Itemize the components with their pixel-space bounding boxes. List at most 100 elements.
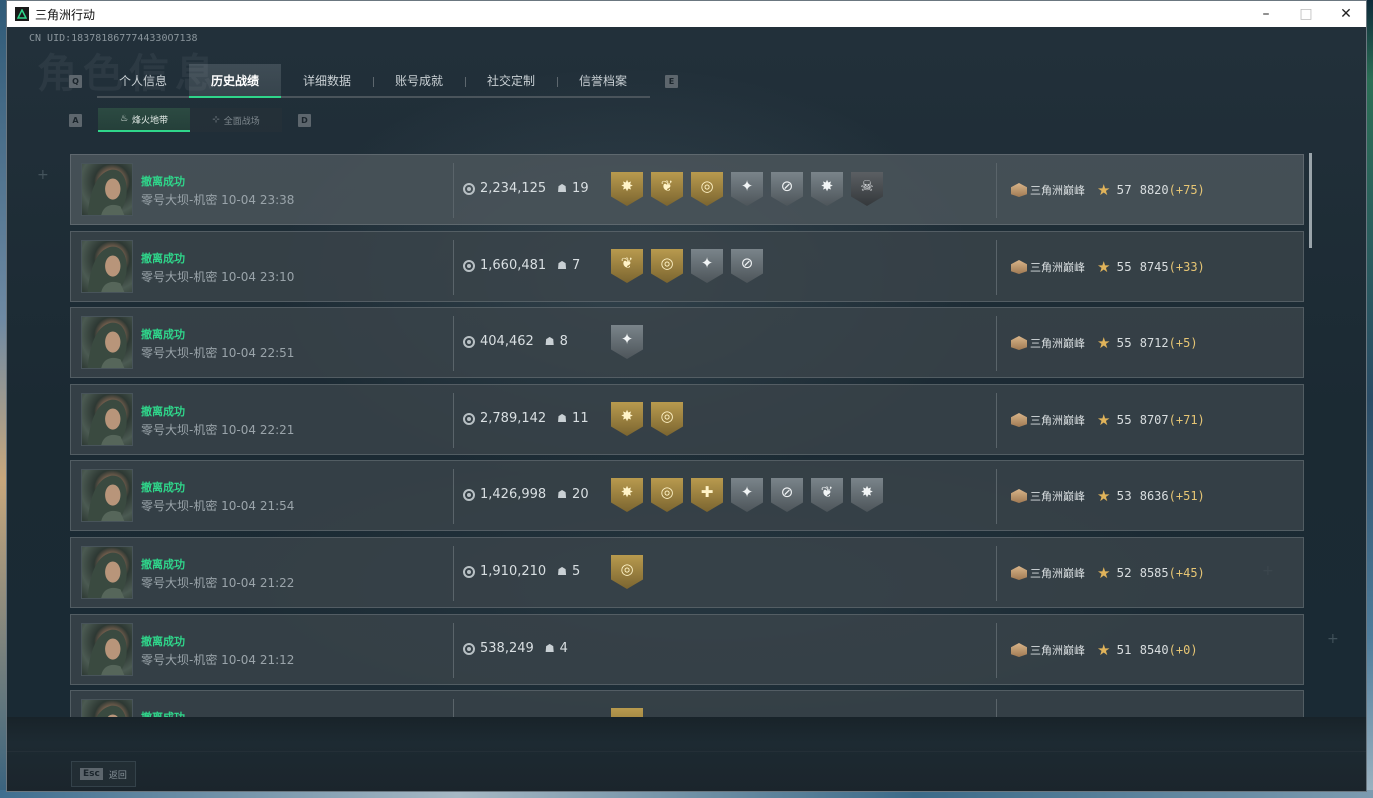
- row-divider: [453, 546, 454, 601]
- star-icon: ★: [1097, 258, 1111, 276]
- rank-name: 三角洲巅峰: [1030, 414, 1085, 427]
- star-icon: ★: [1097, 181, 1111, 199]
- player-level: 53: [1116, 489, 1132, 503]
- player-level: 55: [1116, 260, 1132, 274]
- match-record-row[interactable]: 撤离成功零号大坝-机密 10-04 21:22 1,910,210 ☗ 5 ◎ 三角洲巅峰…: [70, 537, 1304, 608]
- match-record-row[interactable]: 撤离成功 零号大坝-机密 10-04 22:21 2,789,142 ☗ 11 ✸ ◎ 三角洲…: [70, 384, 1304, 455]
- kills-icon: ☗: [557, 488, 568, 501]
- subtab-0[interactable]: ♨ 烽火地带: [98, 108, 190, 132]
- match-record-row[interactable]: 撤离成功 零号大坝-机密 10-04 22:51 404,462 ☗ 8 ✦ 三角洲巅峰 ★ 5…: [70, 307, 1304, 378]
- skull-icon[interactable]: ☠: [851, 172, 883, 206]
- beetle-icon[interactable]: ✚: [691, 478, 723, 512]
- operator-avatar: [81, 469, 133, 522]
- kills-icon: ☗: [544, 642, 555, 655]
- tab-0[interactable]: 个人信息: [97, 64, 189, 96]
- star-icon: ★: [1097, 411, 1111, 429]
- row-divider: [996, 163, 997, 218]
- wreath-icon[interactable]: ❦: [611, 249, 643, 283]
- crosshair-deco-icon: +: [37, 167, 49, 183]
- tab-5[interactable]: 信誉档案: [557, 64, 649, 96]
- map-and-time: 零号大坝-机密 10-04 23:38: [141, 193, 295, 207]
- subtab-1[interactable]: ⊹ 全面战场: [190, 108, 282, 132]
- list-scrollbar[interactable]: [1309, 153, 1312, 248]
- shield-star-icon[interactable]: ✦: [611, 325, 643, 359]
- tab-4[interactable]: 社交定制: [465, 64, 557, 96]
- crosshair-icon: ⊹: [212, 115, 220, 125]
- tab-1[interactable]: 历史战绩: [189, 64, 281, 98]
- star-icon: ★: [1097, 641, 1111, 659]
- coin-icon: [463, 182, 475, 195]
- esc-key-hint: Esc: [80, 768, 103, 780]
- bottom-fade: [7, 717, 1366, 791]
- kills-value: 11: [572, 411, 589, 426]
- rank-score: 8707: [1139, 413, 1169, 427]
- burst-icon[interactable]: ✸: [611, 172, 643, 206]
- game-content: 角色信息 CN UID:1837818677744330O7138 + + + …: [7, 27, 1366, 791]
- score-delta: (+0): [1168, 643, 1198, 657]
- extraction-status: 撤离成功: [141, 558, 185, 571]
- row-divider: [996, 316, 997, 371]
- rank-emblem-icon: [1011, 413, 1027, 427]
- medal-list: ✸ ◎ ✚ ✦ ⊘ ❦ ✸: [611, 478, 883, 512]
- shield-star-icon[interactable]: ✦: [691, 249, 723, 283]
- target-icon[interactable]: ◎: [651, 249, 683, 283]
- medal-list: ✸ ◎: [611, 402, 683, 436]
- money-value: 1,426,998: [480, 487, 547, 502]
- mode-tab-bar: ♨ 烽火地带 ⊹ 全面战场: [98, 108, 282, 132]
- match-record-row[interactable]: 撤离成功 ◎: [70, 690, 1304, 717]
- money-value: 404,462: [480, 334, 534, 349]
- wreath-icon[interactable]: ❦: [811, 478, 843, 512]
- shield-star-icon[interactable]: ✦: [731, 478, 763, 512]
- match-record-row[interactable]: 撤离成功 零号大坝-机密 10-04 21:12 538,249 ☗ 4 三角洲巅峰 ★ 51…: [70, 614, 1304, 685]
- match-history-list[interactable]: 撤离成功 零号大坝-机密 10-04 23:38 2,234,125 ☗ 19 ✸ ❦ ◎ ✦ ⊘…: [70, 151, 1310, 717]
- kills-value: 5: [572, 564, 581, 579]
- tab-2[interactable]: 详细数据: [281, 64, 373, 96]
- maximize-button[interactable]: □: [1286, 1, 1326, 27]
- tab-3[interactable]: 账号成就: [373, 64, 465, 96]
- wreath-icon[interactable]: ❦: [651, 172, 683, 206]
- rank-name: 三角洲巅峰: [1030, 567, 1085, 580]
- shield-star-icon[interactable]: ✦: [731, 172, 763, 206]
- crossed-icon[interactable]: ⊘: [771, 172, 803, 206]
- target-icon[interactable]: ◎: [611, 555, 643, 589]
- money-value: 2,234,125: [480, 181, 547, 196]
- player-uid: CN UID:1837818677744330O7138: [29, 33, 198, 44]
- rank-info: 三角洲巅峰 ★ 51 8540 (+0): [1011, 641, 1198, 659]
- row-divider: [996, 393, 997, 448]
- map-and-time: 零号大坝-机密 10-04 23:10: [141, 270, 295, 284]
- row-divider: [996, 546, 997, 601]
- score-delta: (+33): [1168, 260, 1205, 274]
- operator-avatar: [81, 393, 133, 446]
- crosshair-deco-icon: +: [1327, 631, 1339, 647]
- row-divider: [996, 699, 997, 717]
- burst-icon[interactable]: ✸: [611, 402, 643, 436]
- medal-list: ❦ ◎ ✦ ⊘: [611, 249, 763, 283]
- crossed-icon[interactable]: ⊘: [771, 478, 803, 512]
- star-icon: ★: [1097, 334, 1111, 352]
- target-icon[interactable]: ◎: [691, 172, 723, 206]
- minimize-button[interactable]: –: [1246, 1, 1286, 27]
- kills-value: 7: [572, 258, 581, 273]
- loot-value: 1,910,210 ☗ 5: [463, 564, 580, 579]
- map-and-time: 零号大坝-机密 10-04 21:22: [141, 576, 295, 590]
- rank-info: 三角洲巅峰 ★ 52 8585 (+45): [1011, 564, 1205, 582]
- burst-icon[interactable]: ✸: [611, 478, 643, 512]
- burst-icon[interactable]: ✸: [851, 478, 883, 512]
- back-button[interactable]: Esc 返回: [71, 761, 136, 787]
- match-record-row[interactable]: 撤离成功 零号大坝-机密 10-04 23:38 2,234,125 ☗ 19 ✸ ❦ ◎ ✦ ⊘…: [70, 154, 1304, 225]
- rank-emblem-icon: [1011, 336, 1027, 350]
- title-bar[interactable]: 三角洲行动 – □ ✕: [7, 1, 1366, 27]
- target-icon[interactable]: ◎: [651, 402, 683, 436]
- medal-list: ◎: [611, 555, 643, 589]
- loot-value: 2,789,142 ☗ 11: [463, 411, 589, 426]
- burst-icon[interactable]: ✸: [811, 172, 843, 206]
- match-record-row[interactable]: 撤离成功 零号大坝-机密 10-04 23:10 1,660,481 ☗ 7 ❦ ◎ ✦ ⊘ 三角…: [70, 231, 1304, 302]
- target-icon[interactable]: ◎: [651, 478, 683, 512]
- crossed-icon[interactable]: ⊘: [731, 249, 763, 283]
- target-icon[interactable]: ◎: [611, 708, 643, 717]
- player-level: 55: [1116, 413, 1132, 427]
- kills-value: 4: [559, 641, 568, 656]
- close-button[interactable]: ✕: [1326, 1, 1366, 27]
- score-delta: (+51): [1168, 489, 1205, 503]
- match-record-row[interactable]: 撤离成功 零号大坝-机密 10-04 21:54 1,426,998 ☗ 20 ✸ ◎ ✚ ✦ ⊘…: [70, 460, 1304, 531]
